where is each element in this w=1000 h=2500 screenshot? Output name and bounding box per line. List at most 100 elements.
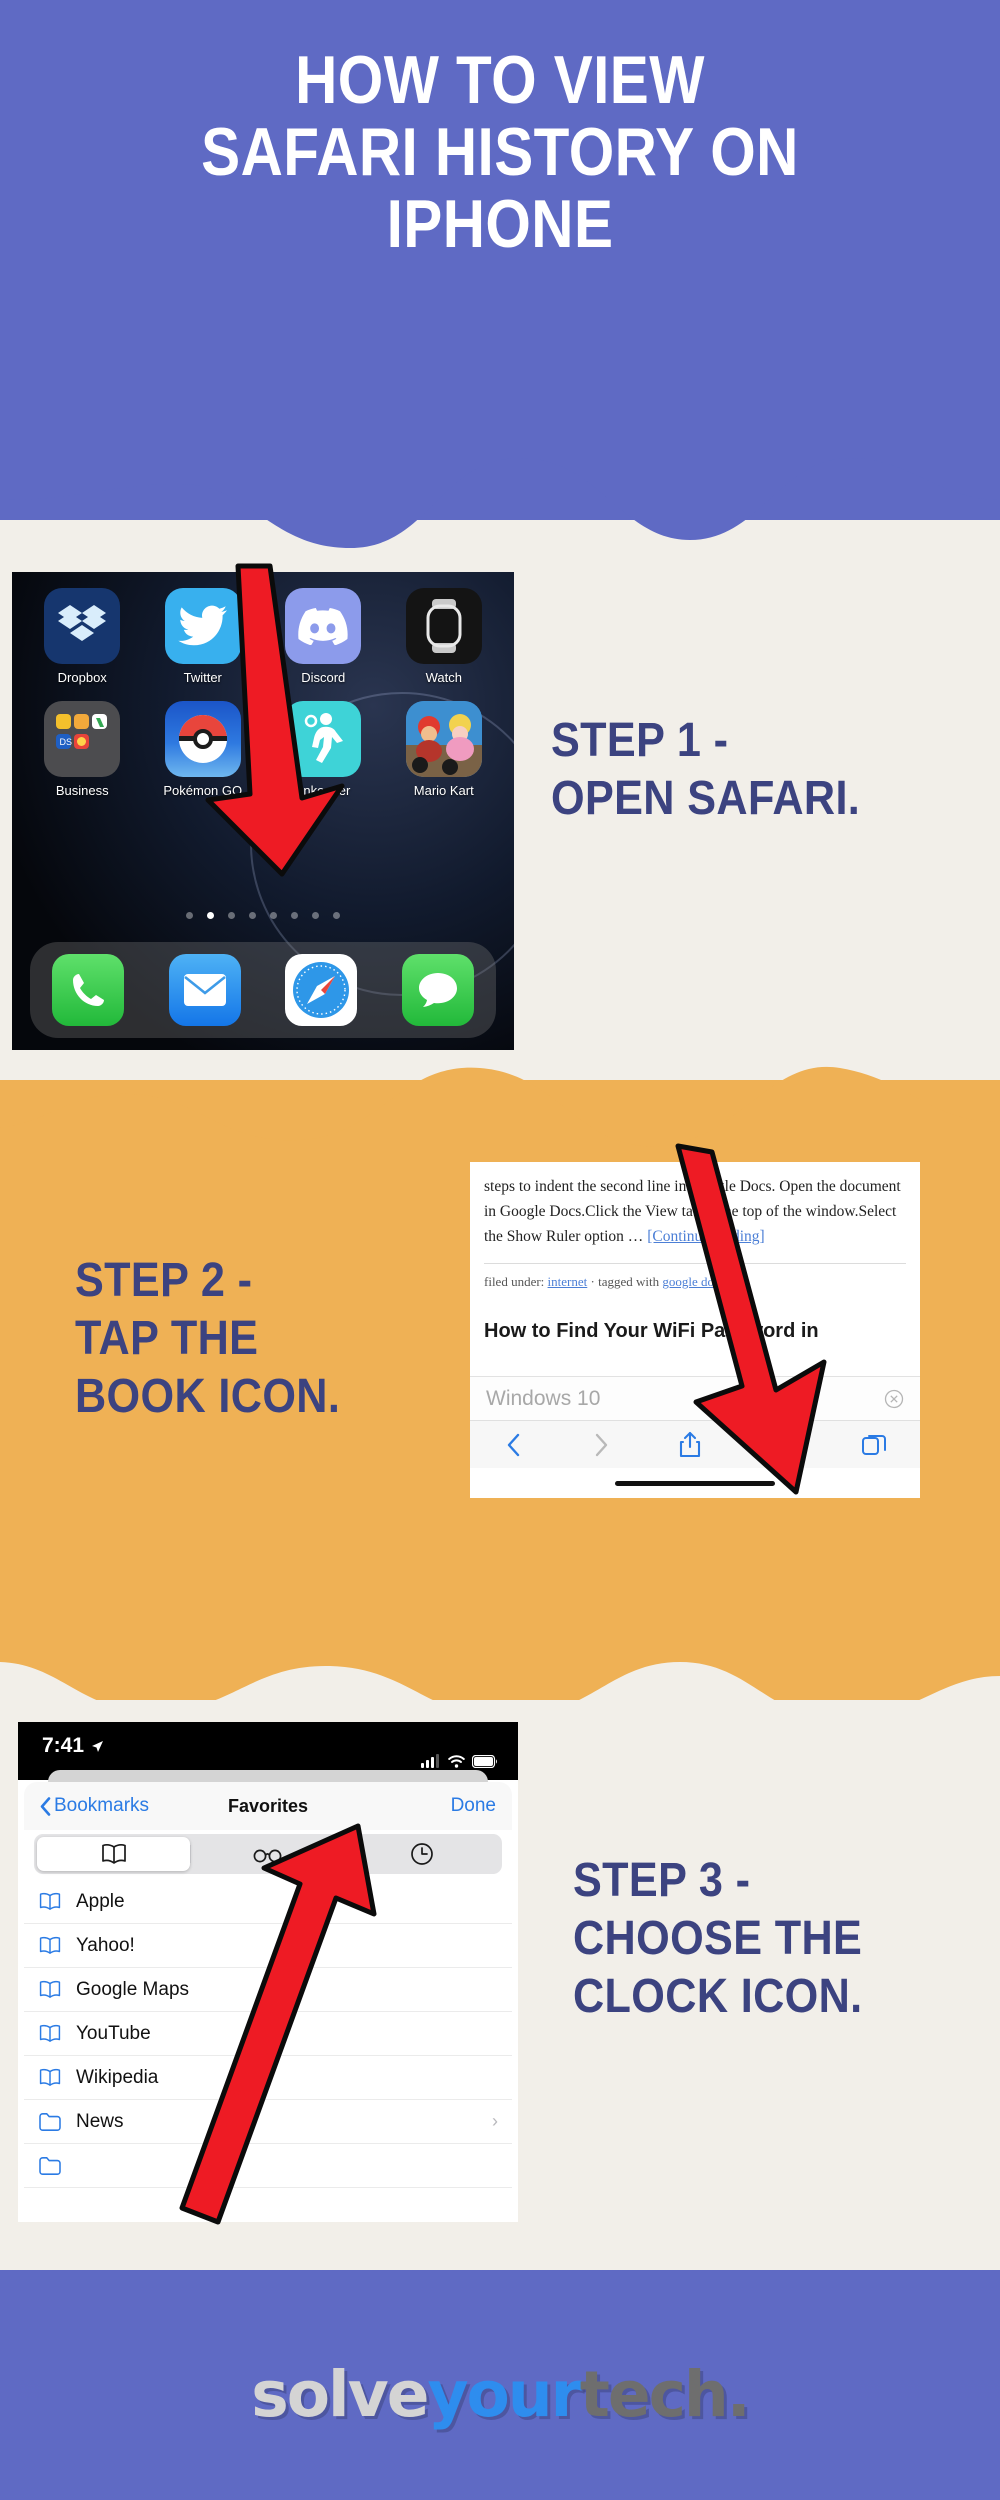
app-twitter[interactable]: Twitter <box>143 588 264 685</box>
page-dot[interactable] <box>228 912 235 919</box>
safari-url-bar[interactable]: Windows 10 <box>470 1376 920 1420</box>
watch-icon <box>405 588 482 664</box>
app-label: Business <box>55 783 109 798</box>
page-title: HOW TO VIEW SAFARI HISTORY ON IPHONE <box>70 44 930 260</box>
back-label: Bookmarks <box>54 1795 150 1816</box>
step-1-line-1: STEP 1 - <box>551 714 729 767</box>
step-3-line-2: CHOOSE THE <box>573 1912 863 1965</box>
bookmark-book-icon <box>39 2024 61 2042</box>
app-discord[interactable]: Discord <box>263 588 384 685</box>
list-item[interactable] <box>24 2144 512 2188</box>
folder-business-icon: DS <box>44 701 121 777</box>
page-dot[interactable] <box>270 912 277 919</box>
logo-part-solve: solve <box>251 2358 429 2431</box>
next-article-title[interactable]: How to Find Your WiFi Password in <box>470 1290 920 1343</box>
mario-kart-icon <box>405 701 482 777</box>
list-item[interactable]: Apple <box>24 1880 512 1924</box>
app-mario-kart[interactable]: Mario Kart <box>384 701 505 798</box>
page-dot[interactable] <box>249 912 256 919</box>
svg-text:DS: DS <box>60 737 73 747</box>
step-2-caption: STEP 2 - TAP THE BOOK ICON. <box>75 1252 453 1426</box>
twitter-icon <box>164 588 241 664</box>
continue-reading-link[interactable]: [Continue reading] <box>647 1228 765 1245</box>
share-icon[interactable] <box>678 1431 702 1459</box>
list-item-label: Yahoo! <box>76 1934 135 1956</box>
page-dot[interactable] <box>333 912 340 919</box>
article-meta: filed under: internet · tagged with goog… <box>470 1264 920 1290</box>
meta-tag-link[interactable]: google docs <box>662 1274 724 1289</box>
logo-part-tech: tech. <box>579 2358 751 2431</box>
step-3-caption: STEP 3 - CHOOSE THE CLOCK ICON. <box>573 1852 978 2026</box>
bookmarks-book-icon[interactable] <box>768 1433 796 1457</box>
list-item[interactable]: YouTube <box>24 2012 512 2056</box>
bookmark-book-icon <box>39 1980 61 1998</box>
forward-icon[interactable] <box>590 1432 612 1458</box>
status-time-text: 7:41 <box>42 1734 85 1757</box>
segment-reading-list[interactable] <box>191 1837 344 1871</box>
list-item-label: YouTube <box>76 2022 151 2044</box>
segment-history[interactable] <box>346 1837 499 1871</box>
bookmark-book-icon <box>39 2068 61 2086</box>
app-label: Dropbox <box>57 670 107 685</box>
back-to-bookmarks-button[interactable]: Bookmarks <box>40 1795 149 1817</box>
app-label: Twitter <box>183 670 222 685</box>
infographic-page: HOW TO VIEW SAFARI HISTORY ON IPHONE Dro… <box>0 0 1000 2500</box>
site-logo[interactable]: solveyourtech. <box>0 2358 1000 2431</box>
folder-icon <box>39 2156 61 2175</box>
app-runkeeper[interactable]: unkeeper <box>263 701 384 798</box>
wave-divider-middle <box>0 1066 1000 1170</box>
list-item-label: News <box>76 2110 124 2132</box>
bookmarks-sheet: Bookmarks Favorites Done Apple Yahoo! Go… <box>24 1782 512 2222</box>
page-dot-active[interactable] <box>207 912 214 919</box>
screenshot-home-screen: Dropbox Twitter Discord Watch DS Busines… <box>12 572 514 1050</box>
page-dot[interactable] <box>312 912 319 919</box>
phone-icon[interactable] <box>52 954 125 1026</box>
app-label: Pokémon GO <box>163 783 243 798</box>
wifi-icon <box>448 1754 465 1768</box>
reading-list-glasses-icon <box>253 1849 282 1863</box>
runkeeper-icon <box>285 701 362 777</box>
list-item[interactable]: News › <box>24 2100 512 2144</box>
segment-bookmarks[interactable] <box>37 1837 191 1871</box>
page-dot[interactable] <box>186 912 193 919</box>
cellular-bars-icon <box>421 1754 439 1768</box>
clear-x-icon[interactable] <box>884 1389 904 1409</box>
bookmarks-list: Apple Yahoo! Google Maps YouTube Wikiped… <box>24 1880 512 2188</box>
list-item[interactable]: Google Maps <box>24 1968 512 2012</box>
mail-icon[interactable] <box>168 954 241 1026</box>
tabs-icon[interactable] <box>861 1432 887 1458</box>
list-item[interactable]: Wikipedia <box>24 2056 512 2100</box>
discord-icon <box>285 588 362 664</box>
app-pokemon-go[interactable]: Pokémon GO <box>143 701 264 798</box>
bookmarks-navbar: Bookmarks Favorites Done <box>24 1782 512 1830</box>
bookmark-book-icon <box>39 1892 61 1910</box>
bookmarks-segmented-control <box>34 1834 502 1874</box>
meta-category-link[interactable]: internet <box>548 1274 588 1289</box>
location-arrow-icon <box>92 1740 104 1752</box>
step-3-line-1: STEP 3 - <box>573 1854 751 1907</box>
done-button[interactable]: Done <box>451 1795 496 1817</box>
list-item-label: Apple <box>76 1890 125 1912</box>
chevron-left-icon <box>40 1796 51 1816</box>
list-item[interactable]: Yahoo! <box>24 1924 512 1968</box>
app-label: Discord <box>301 670 346 685</box>
app-label: Mario Kart <box>413 783 474 798</box>
screenshot-safari-page: steps to indent the second line in Googl… <box>470 1162 920 1498</box>
history-clock-icon <box>411 1843 434 1865</box>
step-1-line-2: OPEN SAFARI. <box>551 772 861 825</box>
page-dot[interactable] <box>291 912 298 919</box>
home-dock <box>30 942 496 1038</box>
safari-toolbar <box>470 1420 920 1468</box>
app-label: Watch <box>425 670 462 685</box>
bookmark-book-icon <box>39 1936 61 1954</box>
folder-icon <box>39 2112 61 2131</box>
messages-icon[interactable] <box>401 954 474 1026</box>
app-watch[interactable]: Watch <box>384 588 505 685</box>
back-icon[interactable] <box>503 1432 525 1458</box>
step-2-line-2: TAP THE <box>75 1312 259 1365</box>
list-item-label: Google Maps <box>76 1978 190 2000</box>
title-line-2: SAFARI HISTORY ON <box>201 114 799 190</box>
app-dropbox[interactable]: Dropbox <box>22 588 143 685</box>
app-business-folder[interactable]: DS Business <box>22 701 143 798</box>
safari-compass-icon[interactable] <box>285 954 358 1026</box>
